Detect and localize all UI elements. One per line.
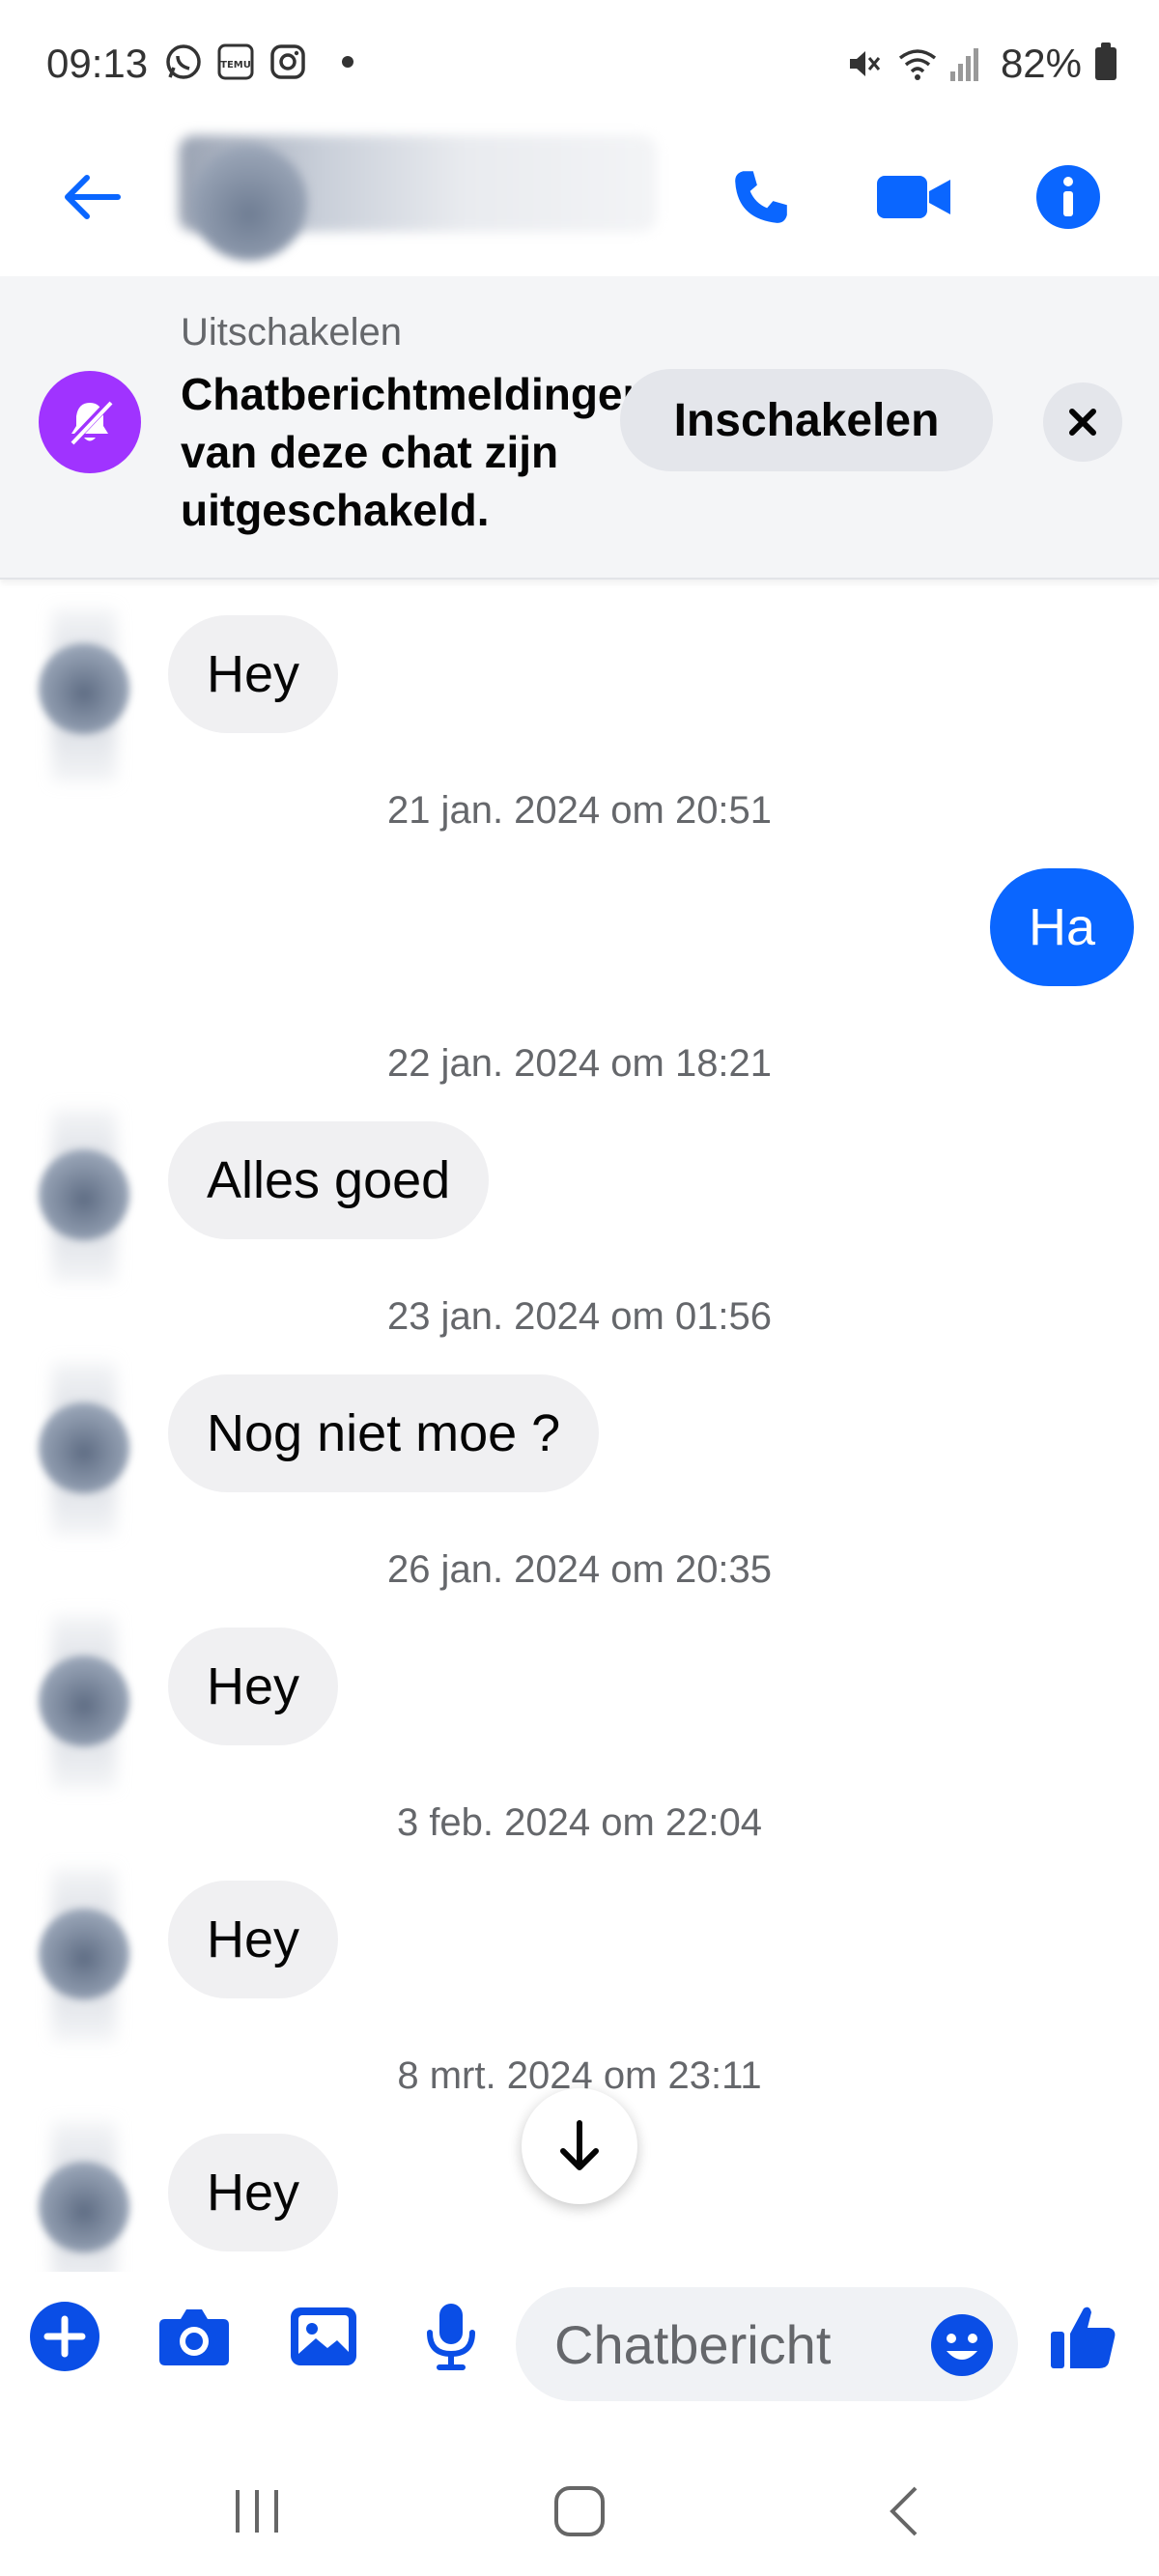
notification-icons: TEMU — [164, 42, 353, 81]
message-field[interactable] — [516, 2287, 1018, 2401]
home-button[interactable] — [531, 2473, 628, 2550]
mute-icon — [844, 44, 883, 83]
temu-icon: TEMU — [216, 42, 255, 81]
back-arrow-icon — [65, 175, 121, 219]
status-bar: 09:13 TEMU 82% — [0, 0, 1159, 135]
call-button[interactable] — [719, 155, 804, 240]
muted-notification-banner: Uitschakelen Chatberichtmeldingen van de… — [0, 276, 1159, 580]
bell-off-icon — [39, 371, 141, 473]
banner-message: Chatberichtmeldingen van deze chat zijn … — [181, 369, 650, 535]
message-bubble-incoming[interactable]: Hey — [168, 2134, 339, 2251]
battery-level: 82% — [1000, 41, 1082, 86]
chat-header — [0, 135, 1159, 275]
home-icon — [554, 2486, 605, 2536]
system-icons: 82% — [844, 41, 1117, 87]
avatar[interactable] — [39, 1402, 129, 1493]
more-notifications-dot — [342, 56, 353, 68]
video-call-button[interactable] — [871, 155, 956, 240]
system-navigation-bar — [0, 2434, 1159, 2576]
avatar[interactable] — [39, 643, 129, 734]
battery-icon — [1095, 42, 1117, 80]
system-back-button[interactable] — [856, 2473, 952, 2550]
message-composer — [0, 2272, 1159, 2417]
avatar[interactable] — [39, 2162, 129, 2252]
status-time: 09:13 — [46, 41, 149, 86]
gallery-button[interactable] — [282, 2295, 365, 2378]
message-bubble-outgoing[interactable]: Ha — [989, 868, 1134, 986]
camera-icon — [159, 2309, 229, 2365]
svg-text:TEMU: TEMU — [220, 60, 251, 71]
banner-title: Uitschakelen — [181, 311, 403, 354]
more-actions-button[interactable] — [23, 2295, 106, 2378]
close-icon — [1069, 409, 1096, 436]
back-button[interactable] — [52, 158, 129, 236]
camera-button[interactable] — [153, 2295, 236, 2378]
message-timestamp: 3 feb. 2024 om 22:04 — [396, 1801, 763, 1844]
info-icon — [1036, 165, 1100, 229]
recent-apps-button[interactable] — [209, 2473, 305, 2550]
microphone-icon — [427, 2304, 475, 2370]
avatar[interactable] — [191, 145, 307, 261]
video-camera-icon — [877, 176, 950, 218]
avatar[interactable] — [39, 1656, 129, 1746]
recent-apps-icon — [236, 2490, 278, 2533]
message-timestamp: 21 jan. 2024 om 20:51 — [386, 789, 773, 832]
message-bubble-incoming[interactable]: Alles goed — [168, 1121, 490, 1239]
message-timestamp: 22 jan. 2024 om 18:21 — [386, 1042, 773, 1085]
message-input[interactable] — [554, 2287, 921, 2401]
message-bubble-incoming[interactable]: Hey — [168, 615, 339, 733]
info-button[interactable] — [1026, 155, 1111, 240]
avatar[interactable] — [39, 1149, 129, 1240]
scroll-to-bottom-button[interactable] — [522, 2088, 637, 2204]
instagram-icon — [269, 42, 307, 81]
wifi-icon — [896, 44, 937, 83]
message-timestamp: 26 jan. 2024 om 20:35 — [386, 1548, 773, 1591]
message-timestamp: 23 jan. 2024 om 01:56 — [386, 1295, 773, 1338]
signal-icon — [948, 44, 987, 83]
thumbs-up-icon — [1051, 2307, 1116, 2368]
whatsapp-icon — [164, 42, 203, 81]
message-bubble-incoming[interactable]: Hey — [168, 1881, 339, 1998]
message-bubble-incoming[interactable]: Hey — [168, 1628, 339, 1745]
back-icon — [890, 2486, 918, 2536]
like-button[interactable] — [1041, 2295, 1124, 2378]
enable-notifications-button[interactable]: Inschakelen — [620, 369, 993, 471]
voice-message-button[interactable] — [410, 2295, 493, 2378]
avatar[interactable] — [39, 1909, 129, 1999]
plus-icon — [30, 2302, 99, 2371]
gallery-icon — [291, 2307, 356, 2365]
message-bubble-incoming[interactable]: Nog niet moe ? — [168, 1374, 600, 1492]
phone-icon — [735, 171, 787, 223]
arrow-down-icon — [560, 2120, 599, 2170]
emoji-icon[interactable] — [929, 2312, 995, 2378]
close-banner-button[interactable] — [1043, 382, 1122, 462]
